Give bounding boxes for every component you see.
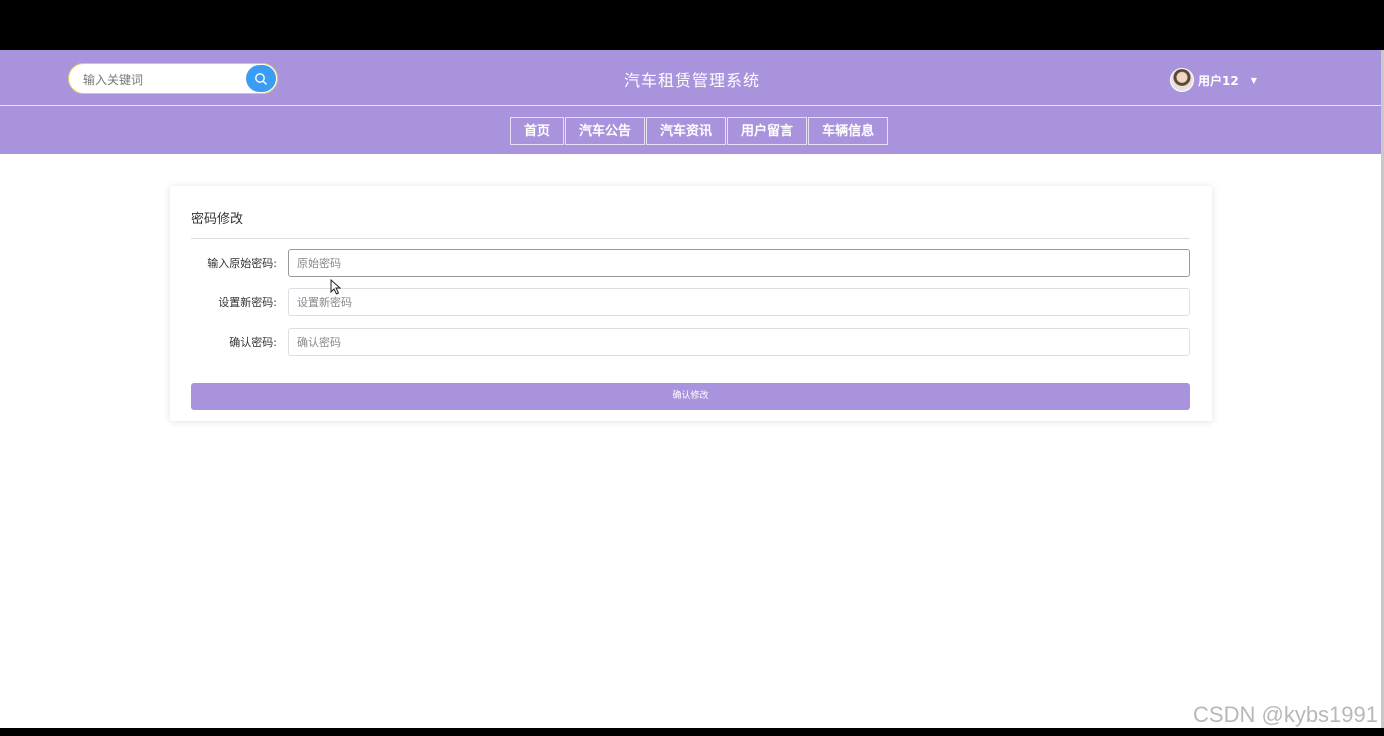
header: 汽车租赁管理系统 用户12 ▼	[0, 50, 1384, 106]
user-menu[interactable]: 用户12 ▼	[1170, 68, 1257, 92]
new-password-label: 设置新密码:	[218, 296, 277, 309]
watermark: CSDN @kybs1991	[1193, 702, 1378, 727]
new-password-input[interactable]	[288, 288, 1190, 316]
nav-item-notice[interactable]: 汽车公告	[565, 117, 646, 145]
old-password-input[interactable]	[288, 249, 1190, 277]
confirm-password-input[interactable]	[288, 328, 1190, 356]
confirm-password-label: 确认密码:	[229, 336, 277, 349]
bottom-black-bar	[0, 728, 1384, 736]
form-row-old-password: 输入原始密码:	[170, 249, 1212, 277]
confirm-change-button[interactable]: 确认修改	[191, 383, 1190, 410]
nav-item-news[interactable]: 汽车资讯	[646, 117, 727, 145]
nav-item-vehicles[interactable]: 车辆信息	[808, 117, 889, 145]
page: 汽车租赁管理系统 用户12 ▼ 首页 汽车公告 汽车资讯 用户留言 车辆信息 密…	[0, 50, 1384, 728]
form-row-new-password: 设置新密码:	[170, 288, 1212, 316]
form-row-confirm-password: 确认密码:	[170, 328, 1212, 356]
mouse-cursor-icon	[330, 279, 342, 295]
divider	[191, 238, 1190, 239]
old-password-label: 输入原始密码:	[207, 257, 277, 270]
user-name: 用户12	[1198, 73, 1239, 88]
form-title: 密码修改	[191, 212, 244, 227]
top-black-bar	[0, 0, 1384, 50]
main-nav: 首页 汽车公告 汽车资讯 用户留言 车辆信息	[0, 106, 1384, 154]
nav-item-home[interactable]: 首页	[510, 117, 565, 145]
caret-down-icon: ▼	[1250, 75, 1257, 85]
avatar	[1170, 68, 1194, 92]
password-form-card: 密码修改 输入原始密码: 设置新密码: 确认密码: 确认修改	[170, 186, 1212, 421]
nav-item-messages[interactable]: 用户留言	[727, 117, 808, 145]
